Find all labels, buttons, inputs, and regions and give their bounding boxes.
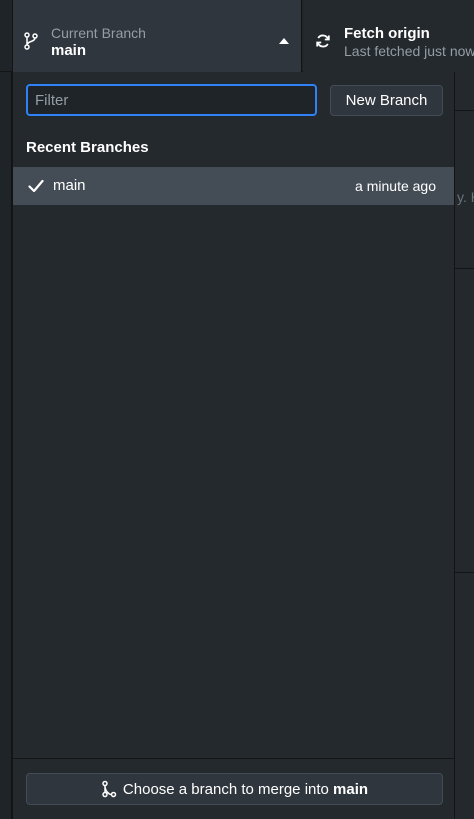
- background-divider: [455, 572, 474, 573]
- merge-into-branch-button[interactable]: Choose a branch to merge into main: [26, 773, 443, 805]
- fetch-origin-button[interactable]: Fetch origin Last fetched just now: [303, 0, 474, 72]
- background-divider: [455, 268, 474, 269]
- new-branch-button[interactable]: New Branch: [330, 85, 443, 116]
- recent-branches-header: Recent Branches: [26, 139, 149, 156]
- merge-button-prefix: Choose a branch to merge into: [122, 780, 334, 798]
- branch-list-item[interactable]: main a minute ago: [13, 167, 454, 205]
- toolbar: Current Branch main Fetch origin Last fe…: [0, 0, 474, 72]
- git-merge-icon: [102, 780, 117, 798]
- fetch-title: Fetch origin: [344, 25, 430, 42]
- background-left-strip: [0, 72, 12, 819]
- fetch-subtitle: Last fetched just now: [344, 43, 474, 59]
- caret-up-icon: [279, 38, 289, 44]
- filter-input[interactable]: [26, 84, 317, 116]
- merge-footer: Choose a branch to merge into main: [13, 758, 454, 819]
- git-branch-icon: [24, 32, 38, 50]
- current-branch-name: main: [51, 42, 87, 59]
- current-branch-button[interactable]: Current Branch main: [12, 0, 302, 72]
- branch-name: main: [53, 177, 86, 194]
- check-icon: [28, 179, 44, 193]
- merge-button-label: Choose a branch to merge into main: [123, 781, 368, 798]
- sync-icon: [316, 34, 330, 48]
- branch-dropdown-panel: New Branch Recent Branches main a minute…: [12, 72, 455, 819]
- current-branch-label: Current Branch: [51, 25, 146, 41]
- branch-time: a minute ago: [355, 178, 436, 194]
- background-text: y. H: [457, 189, 474, 205]
- background-divider: [455, 110, 474, 111]
- merge-button-branch: main: [333, 780, 369, 798]
